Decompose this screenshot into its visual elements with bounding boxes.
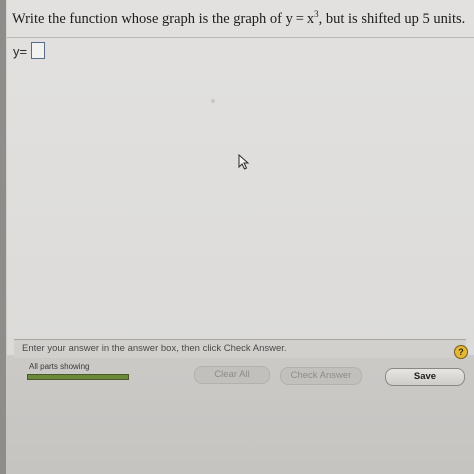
answer-label: y= xyxy=(13,44,28,59)
clear-all-button[interactable]: Clear All xyxy=(194,366,270,384)
question-divider xyxy=(7,37,474,38)
parts-progress-bar xyxy=(27,374,129,380)
question-prefix: Write the function whose graph is the gr… xyxy=(12,10,315,27)
instruction-text: Enter your answer in the answer box, the… xyxy=(22,343,287,354)
app-window: Write the function whose graph is the gr… xyxy=(0,0,474,474)
answer-input[interactable] xyxy=(31,42,45,59)
save-button[interactable]: Save xyxy=(385,368,465,386)
parts-showing-label: All parts showing xyxy=(29,362,90,371)
screen-speck xyxy=(211,99,215,103)
help-icon[interactable]: ? xyxy=(454,345,468,359)
question-panel xyxy=(7,0,474,355)
mouse-pointer-icon xyxy=(238,153,250,175)
question-suffix: , but is shifted up 5 units. xyxy=(318,10,466,27)
check-answer-button[interactable]: Check Answer xyxy=(280,367,362,385)
question-text: Write the function whose graph is the gr… xyxy=(12,9,465,28)
window-edge xyxy=(0,0,6,474)
